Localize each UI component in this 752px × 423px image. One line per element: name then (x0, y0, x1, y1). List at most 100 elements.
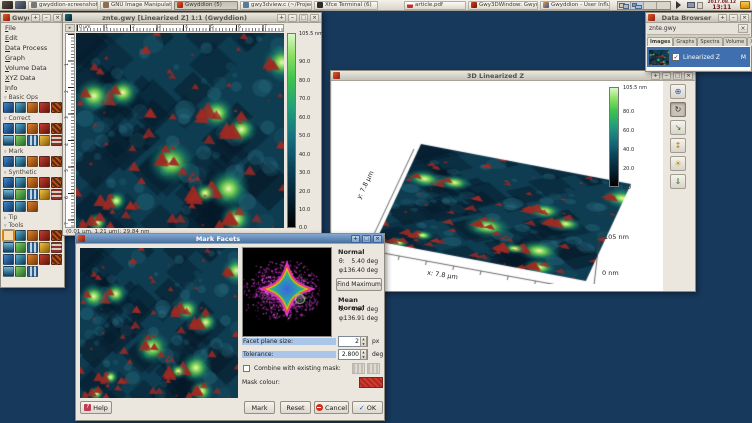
notes-icon[interactable] (740, 1, 750, 9)
cancel-button[interactable]: Cancel (314, 401, 349, 414)
synthetic-icon[interactable] (39, 177, 50, 188)
close-button[interactable] (684, 72, 693, 80)
maximize-button[interactable] (299, 14, 308, 22)
help-button[interactable]: ?Help (80, 401, 112, 414)
view3d-tool-export[interactable]: ⇓ (670, 174, 686, 189)
task-button[interactable]: Gwyddion - User Influe... (540, 1, 610, 10)
ruler-units-button[interactable]: ▸ (65, 24, 75, 32)
menu-info[interactable]: Info (1, 83, 64, 93)
tab-graphs[interactable]: Graphs (673, 37, 697, 46)
stick-button[interactable] (351, 235, 360, 243)
section-tools[interactable]: Tools (1, 221, 64, 229)
mark-icon[interactable] (27, 156, 38, 167)
minimize-button[interactable] (729, 14, 738, 22)
network-monitor-icon[interactable] (687, 2, 695, 8)
mask-intersect-button[interactable] (367, 363, 380, 374)
menu-xyz-data[interactable]: XYZ Data (1, 73, 64, 83)
tool-icon[interactable] (3, 242, 14, 253)
mark-icon[interactable] (51, 156, 62, 167)
synthetic-icon[interactable] (3, 189, 14, 200)
data-browser-titlebar[interactable]: Data Browser (646, 13, 751, 23)
correct-icon[interactable] (27, 135, 38, 146)
synthetic-icon[interactable] (51, 189, 62, 200)
tool-icon[interactable] (27, 230, 38, 241)
masked-preview-image[interactable] (80, 248, 238, 398)
menu-edit[interactable]: Edit (1, 33, 64, 43)
task-button[interactable]: article.pdf (404, 1, 466, 10)
close-button[interactable] (53, 14, 62, 22)
task-button[interactable]: Xfce Terminal (6) (314, 1, 378, 10)
tab-images[interactable]: Images (647, 37, 673, 46)
stick-button[interactable] (277, 14, 286, 22)
dialog-titlebar[interactable]: Mark Facets (76, 234, 384, 244)
view3d-tool-value-scale-mode[interactable]: ↕ (670, 138, 686, 153)
close-button[interactable] (740, 14, 749, 22)
maximize-button[interactable] (673, 72, 682, 80)
synthetic-icon[interactable] (3, 201, 14, 212)
synthetic-icon[interactable] (15, 201, 26, 212)
mark-button[interactable]: Mark (244, 401, 275, 414)
facet-orientation-view[interactable] (242, 247, 332, 337)
tool-icon[interactable] (51, 242, 62, 253)
menu-data-process[interactable]: Data Process (1, 43, 64, 53)
tool-icon[interactable] (3, 254, 14, 265)
basic-ops-icon[interactable] (3, 102, 14, 113)
view3d-tool-light-mode[interactable]: ☀ (670, 156, 686, 171)
volume-icon[interactable] (676, 1, 685, 9)
mask-union-button[interactable] (352, 363, 365, 374)
visibility-checkbox[interactable]: ✓ (672, 53, 680, 61)
stick-button[interactable] (718, 14, 727, 22)
tool-icon[interactable] (3, 266, 14, 277)
basic-ops-icon[interactable] (27, 102, 38, 113)
find-maximum-button[interactable]: Find Maximum (336, 278, 382, 291)
view3d-tool-scale-mode[interactable]: ↘ (670, 120, 686, 135)
spinner-arrows[interactable]: ▲▼ (360, 336, 367, 347)
menu-file[interactable]: File (1, 23, 64, 33)
section-mark[interactable]: Mark (1, 147, 64, 155)
minimize-button[interactable] (662, 72, 671, 80)
tool-icon[interactable] (15, 242, 26, 253)
task-button-active[interactable]: Gwyddion (5) (174, 1, 238, 10)
tool-icon[interactable] (27, 242, 38, 253)
tool-icon[interactable] (39, 254, 50, 265)
maximize-button[interactable] (362, 235, 371, 243)
toolbox-titlebar[interactable]: Gwyddion (1, 13, 64, 23)
clock[interactable]: 2017.08.12 13:11 (708, 0, 736, 10)
data-window-titlebar[interactable]: znte.gwy [Linearized Z] 1:1 (Gwyddion) (63, 13, 321, 23)
basic-ops-icon[interactable] (39, 102, 50, 113)
correct-icon[interactable] (39, 123, 50, 134)
synthetic-icon[interactable] (27, 201, 38, 212)
view3d-tool-rotate-mode[interactable]: ↻ (670, 102, 686, 117)
spm-image[interactable] (76, 33, 284, 228)
tool-icon[interactable] (39, 230, 50, 241)
stick-button[interactable] (651, 72, 660, 80)
tool-icon[interactable] (3, 230, 14, 241)
spinner-arrows[interactable]: ▲▼ (360, 349, 367, 360)
stick-button[interactable] (31, 14, 40, 22)
workspace-2[interactable] (631, 2, 644, 9)
tool-icon[interactable] (15, 230, 26, 241)
basic-ops-icon[interactable] (15, 102, 26, 113)
workspace-1[interactable] (618, 2, 631, 9)
mark-icon[interactable] (3, 156, 14, 167)
reset-button[interactable]: Reset (280, 401, 311, 414)
tool-icon[interactable] (15, 266, 26, 277)
tool-icon[interactable] (39, 242, 50, 253)
correct-icon[interactable] (15, 123, 26, 134)
tool-icon[interactable] (51, 254, 62, 265)
channel-row[interactable]: ✓ Linearized Z M (647, 47, 750, 67)
task-button[interactable]: GNU Image Manipulati... (100, 1, 172, 10)
synthetic-icon[interactable] (39, 189, 50, 200)
synthetic-icon[interactable] (51, 177, 62, 188)
tab-xyz[interactable]: XYZ (747, 37, 752, 46)
task-button[interactable]: Gwy3DWindow: Gwydd... (468, 1, 538, 10)
close-button[interactable] (373, 235, 382, 243)
synthetic-icon[interactable] (27, 189, 38, 200)
task-button[interactable]: gwyddion-screenshot-... (28, 1, 98, 10)
synthetic-icon[interactable] (27, 177, 38, 188)
workspace-4[interactable] (657, 2, 670, 9)
basic-ops-icon[interactable] (51, 102, 62, 113)
task-button[interactable]: gwy3dview.c (~/Project... (240, 1, 312, 10)
section-tip[interactable]: Tip (1, 213, 64, 221)
menu-graph[interactable]: Graph (1, 53, 64, 63)
